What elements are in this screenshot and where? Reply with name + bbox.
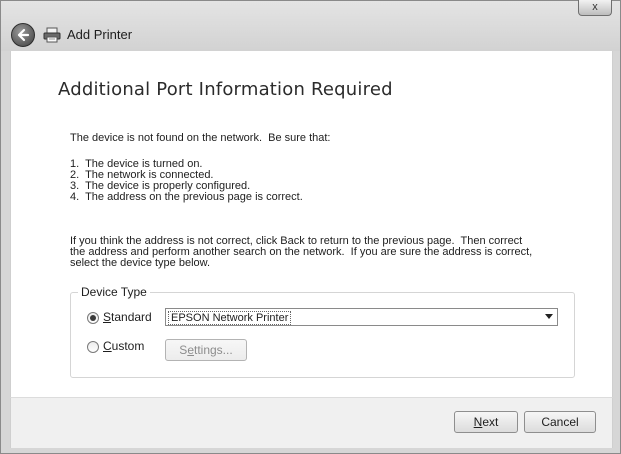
title-bar: x Add Printer	[1, 0, 620, 51]
dropdown-selected-value: EPSON Network Printer	[168, 311, 292, 325]
checklist-item-4: 4. The address on the previous page is c…	[70, 191, 303, 203]
device-type-group	[70, 292, 575, 378]
custom-radio[interactable]	[87, 341, 99, 353]
next-button[interactable]: Next	[454, 411, 518, 433]
close-button[interactable]: x	[578, 0, 612, 16]
advice-line-3: select the device type below.	[70, 257, 211, 269]
device-type-dropdown[interactable]: EPSON Network Printer	[165, 308, 558, 326]
page-title: Additional Port Information Required	[58, 79, 393, 100]
cancel-button[interactable]: Cancel	[524, 411, 596, 433]
close-icon: x	[592, 1, 598, 13]
back-arrow-icon	[17, 28, 30, 42]
standard-radio[interactable]	[87, 312, 99, 324]
printer-icon	[43, 27, 61, 43]
intro-text: The device is not found on the network. …	[70, 132, 331, 144]
radio-selected-dot	[90, 315, 96, 321]
device-type-label: Device Type	[78, 285, 150, 299]
add-printer-window: x Add Printer Additional Port Informatio…	[0, 0, 621, 454]
settings-button[interactable]: Se ttings...	[165, 339, 247, 361]
wizard-footer: Next Cancel	[10, 397, 613, 448]
standard-radio-label[interactable]: Standard	[103, 310, 152, 324]
wizard-content: Additional Port Information Required The…	[10, 51, 613, 397]
window-title: Add Printer	[67, 27, 133, 42]
custom-radio-label[interactable]: Custom	[103, 339, 144, 353]
chevron-down-icon[interactable]	[545, 314, 553, 319]
back-button[interactable]	[11, 23, 35, 47]
